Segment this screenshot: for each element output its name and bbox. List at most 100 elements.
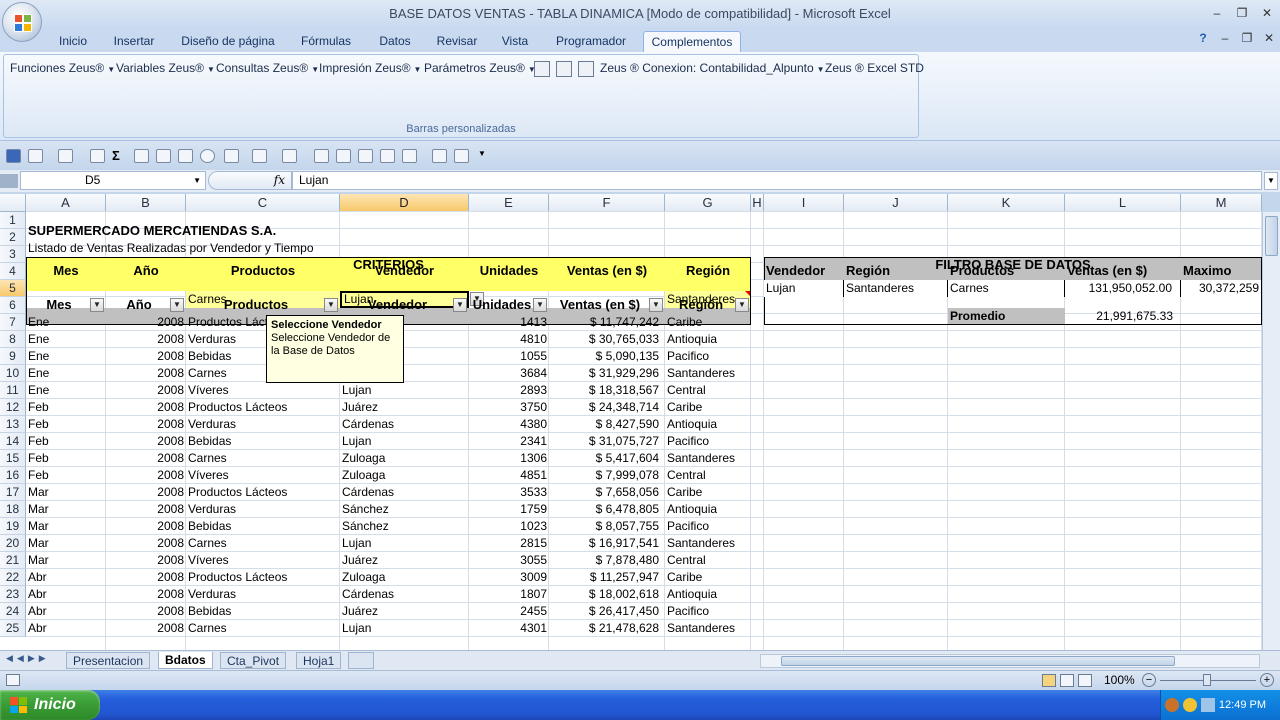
table-cell[interactable]: $ 18,318,567 <box>549 382 665 399</box>
tray-network-icon[interactable] <box>1201 698 1215 712</box>
help-icon[interactable]: ? <box>1192 29 1214 47</box>
vertical-scroll-thumb[interactable] <box>1265 216 1278 256</box>
chevron-down-icon[interactable]: ▼ <box>193 172 201 189</box>
table-cell[interactable]: Mar <box>26 535 106 552</box>
fit-icon[interactable] <box>134 149 149 163</box>
autofilter-dropdown-icon[interactable]: ▼ <box>324 298 338 312</box>
table-cell[interactable]: 2008 <box>106 331 186 348</box>
table-cell[interactable]: Santanderes <box>665 620 751 637</box>
table-cell[interactable]: Antioquia <box>665 331 751 348</box>
table-cell[interactable]: Víveres <box>186 382 340 399</box>
table-cell[interactable]: $ 7,878,480 <box>549 552 665 569</box>
row-header[interactable]: 3 <box>0 246 26 263</box>
table-cell[interactable]: Juárez <box>340 399 469 416</box>
criteria-header[interactable]: Unidades <box>469 263 549 280</box>
filter-header[interactable]: Año <box>106 297 172 314</box>
copy-icon[interactable] <box>432 149 447 163</box>
table-cell[interactable]: Verduras <box>186 501 340 518</box>
filtro-value[interactable]: 30,372,259 <box>1181 280 1262 297</box>
row-header[interactable]: 22 <box>0 569 26 586</box>
chart-icon[interactable] <box>358 149 373 163</box>
macro-record-icon[interactable] <box>6 674 20 686</box>
column-header-f[interactable]: F <box>549 194 665 212</box>
table-cell[interactable]: $ 30,765,033 <box>549 331 665 348</box>
variables-zeus-menu[interactable]: Variables Zeus® ▼ <box>116 61 215 75</box>
table-cell[interactable]: Pacifico <box>665 518 751 535</box>
print-icon[interactable] <box>314 149 329 163</box>
table-cell[interactable]: 3684 <box>469 365 549 382</box>
table-cell[interactable]: Feb <box>26 433 106 450</box>
table-cell[interactable]: $ 5,417,604 <box>549 450 665 467</box>
table-cell[interactable]: $ 7,999,078 <box>549 467 665 484</box>
table-cell[interactable]: Sánchez <box>340 501 469 518</box>
row-header[interactable]: 12 <box>0 399 26 416</box>
table-cell[interactable]: Ene <box>26 365 106 382</box>
table-cell[interactable]: 2008 <box>106 467 186 484</box>
table-cell[interactable]: $ 18,002,618 <box>549 586 665 603</box>
filtro-header[interactable]: Vendedor <box>764 263 844 280</box>
table-icon[interactable] <box>224 149 239 163</box>
expand-formula-bar-button[interactable]: ▼ <box>1264 172 1278 190</box>
table-cell[interactable]: Santanderes <box>665 535 751 552</box>
table-cell[interactable]: Abr <box>26 586 106 603</box>
table-cell[interactable]: Sánchez <box>340 518 469 535</box>
table-cell[interactable]: Ene <box>26 331 106 348</box>
office-button[interactable] <box>2 2 42 42</box>
table-cell[interactable]: Central <box>665 552 751 569</box>
filtro-value[interactable]: 131,950,052.00 <box>1065 280 1181 297</box>
formula-input[interactable]: Lujan <box>292 171 1262 190</box>
table-cell[interactable]: Productos Lácteos <box>186 569 340 586</box>
filtro-value[interactable]: Lujan <box>764 280 844 297</box>
table-cell[interactable]: 3533 <box>469 484 549 501</box>
table-cell[interactable]: Juárez <box>340 603 469 620</box>
table-cell[interactable]: Cárdenas <box>340 416 469 433</box>
autofilter-dropdown-icon[interactable]: ▼ <box>453 298 467 312</box>
table-cell[interactable]: Lujan <box>340 620 469 637</box>
worksheet-grid[interactable]: A B C D E F G H I J K L M 1 2 3 4 5 6 7 8 9 10 11 1… <box>0 194 1262 650</box>
promedio-label[interactable]: Promedio <box>948 308 1065 325</box>
table-cell[interactable]: Zuloaga <box>340 569 469 586</box>
table-cell[interactable]: Caribe <box>665 569 751 586</box>
zeus-tool-icon[interactable] <box>534 61 550 77</box>
table-cell[interactable]: 4301 <box>469 620 549 637</box>
table-cell[interactable]: Zuloaga <box>340 467 469 484</box>
table-cell[interactable]: Verduras <box>186 586 340 603</box>
table-cell[interactable]: $ 11,257,947 <box>549 569 665 586</box>
parametros-zeus-menu[interactable]: Parámetros Zeus® ▼ <box>424 61 536 75</box>
table-cell[interactable]: 4810 <box>469 331 549 348</box>
criteria-header[interactable]: Vendedor <box>340 263 469 280</box>
tab-programador[interactable]: Programador <box>548 31 634 52</box>
table-cell[interactable]: Carnes <box>186 450 340 467</box>
column-header-a[interactable]: A <box>26 194 106 212</box>
normal-view-icon[interactable] <box>1042 674 1056 687</box>
row-header[interactable]: 24 <box>0 603 26 620</box>
table-cell[interactable]: 2008 <box>106 365 186 382</box>
promedio-value[interactable]: 21,991,675.33 <box>1065 308 1181 325</box>
criteria-header[interactable]: Ventas (en $) <box>549 263 665 280</box>
criteria-header[interactable]: Año <box>106 263 186 280</box>
tab-insertar[interactable]: Insertar <box>106 31 162 52</box>
filtro-header[interactable]: Región <box>844 263 948 280</box>
table-cell[interactable]: Ene <box>26 348 106 365</box>
filter-header[interactable]: Productos <box>186 297 326 314</box>
row-header[interactable]: 17 <box>0 484 26 501</box>
table-cell[interactable]: Productos Lácteos <box>186 484 340 501</box>
table-cell[interactable]: 2008 <box>106 603 186 620</box>
zeus-calc-icon[interactable] <box>556 61 572 77</box>
table-cell[interactable]: Pacifico <box>665 348 751 365</box>
table-cell[interactable]: 2008 <box>106 535 186 552</box>
table-cell[interactable]: 2455 <box>469 603 549 620</box>
table-cell[interactable]: 2008 <box>106 569 186 586</box>
table-cell[interactable]: Bebidas <box>186 518 340 535</box>
table-cell[interactable]: 2008 <box>106 518 186 535</box>
table-cell[interactable]: 2008 <box>106 620 186 637</box>
workbook-minimize-button[interactable]: – <box>1214 29 1236 47</box>
grid-icon[interactable] <box>156 149 171 163</box>
zeus-excel-std-button[interactable]: Zeus ® Excel STD <box>825 61 924 75</box>
table-cell[interactable]: Lujan <box>340 382 469 399</box>
criteria-header[interactable]: Productos <box>186 263 340 280</box>
tab-complementos[interactable]: Complementos <box>643 31 741 52</box>
column-header-b[interactable]: B <box>106 194 186 212</box>
table-cell[interactable]: $ 7,658,056 <box>549 484 665 501</box>
filter-header[interactable]: Mes <box>26 297 92 314</box>
